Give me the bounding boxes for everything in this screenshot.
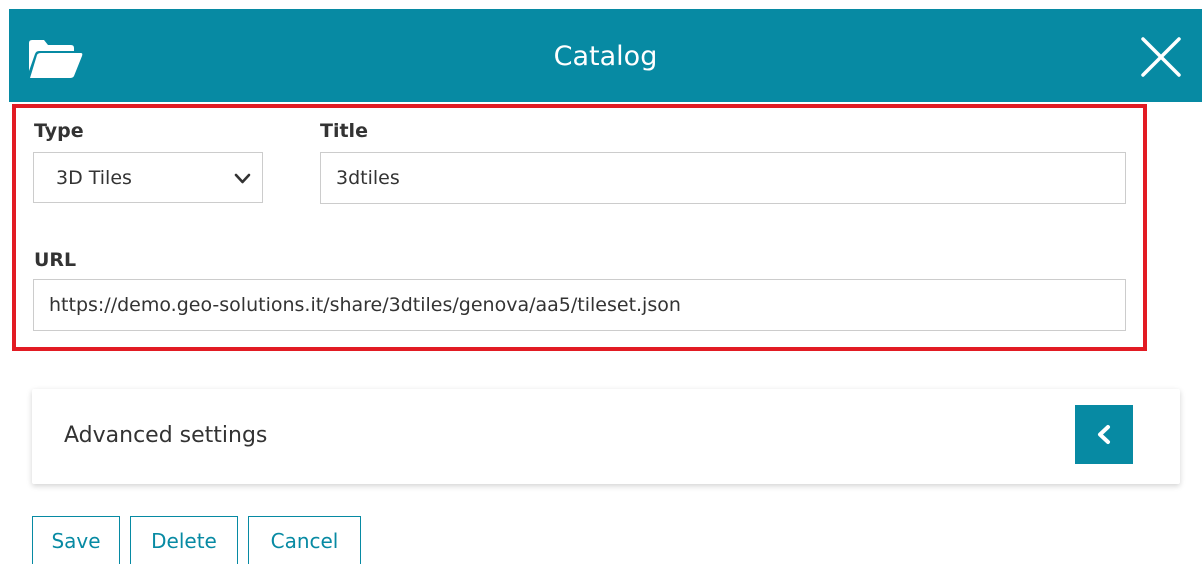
chevron-down-icon xyxy=(234,173,251,184)
type-select[interactable]: 3D Tiles xyxy=(33,152,263,203)
url-label: URL xyxy=(34,249,77,271)
close-icon[interactable] xyxy=(1140,36,1182,78)
advanced-settings-panel: Advanced settings xyxy=(32,389,1180,484)
title-input[interactable]: 3dtiles xyxy=(320,152,1126,204)
save-button[interactable]: Save xyxy=(32,516,120,564)
type-select-value: 3D Tiles xyxy=(56,167,132,189)
delete-button[interactable]: Delete xyxy=(130,516,238,564)
cancel-button[interactable]: Cancel xyxy=(248,516,361,564)
chevron-left-icon xyxy=(1098,425,1110,444)
type-label: Type xyxy=(34,120,84,142)
catalog-header: Catalog xyxy=(9,9,1202,102)
advanced-settings-title: Advanced settings xyxy=(64,423,268,448)
title-input-value: 3dtiles xyxy=(336,167,400,189)
title-label: Title xyxy=(320,120,368,142)
advanced-settings-toggle-button[interactable] xyxy=(1075,405,1133,464)
url-input-value: https://demo.geo-solutions.it/share/3dti… xyxy=(49,294,681,316)
url-input[interactable]: https://demo.geo-solutions.it/share/3dti… xyxy=(33,279,1126,331)
header-title: Catalog xyxy=(553,41,658,72)
